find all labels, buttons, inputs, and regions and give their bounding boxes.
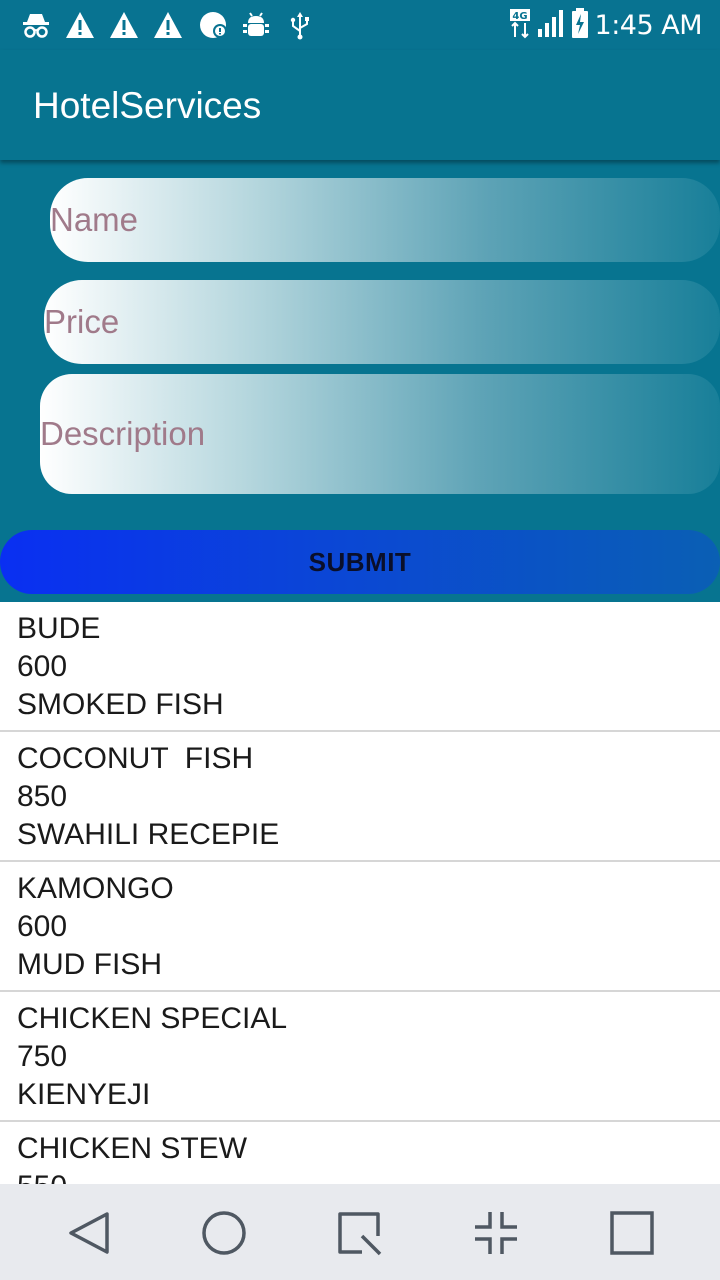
description-input[interactable] — [40, 412, 720, 456]
item-name: KAMONGO — [17, 872, 174, 905]
list-item[interactable]: COCONUT FISH 850 SWAHILI RECEPIE — [0, 732, 720, 862]
list-item[interactable]: KAMONGO 600 MUD FISH — [0, 862, 720, 992]
clock-time: 1:45 AM — [594, 9, 703, 41]
network-4g-icon: 4G — [509, 7, 531, 43]
item-description: KIENYEJI — [17, 1078, 151, 1111]
warning-icon — [150, 8, 186, 42]
status-bar: 4G 1:45 AM — [0, 0, 720, 50]
list-item[interactable]: CHICKEN SPECIAL 750 KIENYEJI — [0, 992, 720, 1122]
add-service-form: SUBMIT — [0, 160, 720, 602]
item-description: SWAHILI RECEPIE — [17, 818, 280, 851]
collapse-icon[interactable] — [468, 1208, 524, 1258]
back-icon[interactable] — [60, 1208, 116, 1258]
item-price: 600 — [17, 650, 68, 683]
battery-charging-icon — [571, 7, 589, 43]
item-price: 550 — [17, 1168, 720, 1184]
recents-icon[interactable] — [604, 1208, 660, 1258]
warning-icon — [106, 8, 142, 42]
item-price: 600 — [17, 910, 68, 943]
name-input[interactable] — [50, 201, 720, 239]
android-debug-icon — [238, 8, 274, 42]
list-item[interactable]: CHICKEN STEW 550 — [0, 1122, 720, 1184]
description-field[interactable] — [40, 374, 720, 494]
usb-icon — [282, 8, 318, 42]
item-name: BUDE — [17, 612, 101, 645]
app-title: HotelServices — [33, 85, 262, 126]
submit-button[interactable]: SUBMIT — [0, 530, 720, 594]
item-name: CHICKEN SPECIAL — [17, 1002, 288, 1035]
incognito-icon — [18, 8, 54, 42]
search-icon[interactable] — [331, 1208, 387, 1258]
signal-icon — [537, 7, 565, 43]
price-field[interactable] — [44, 280, 720, 364]
item-name: COCONUT FISH — [17, 742, 254, 775]
svg-text:4G: 4G — [512, 11, 527, 22]
item-price: 850 — [17, 780, 68, 813]
submit-label: SUBMIT — [308, 546, 412, 577]
data-saver-icon — [196, 8, 232, 42]
app-bar: HotelServices — [0, 50, 720, 160]
price-input[interactable] — [44, 303, 720, 341]
status-right: 4G 1:45 AM — [509, 7, 703, 43]
services-list[interactable]: BUDE 600 SMOKED FISH COCONUT FISH 850 SW… — [0, 602, 720, 1184]
navigation-bar — [0, 1184, 720, 1280]
item-name: CHICKEN STEW — [17, 1132, 248, 1165]
name-field[interactable] — [50, 178, 720, 262]
list-item[interactable]: BUDE 600 SMOKED FISH — [0, 602, 720, 732]
item-description: MUD FISH — [17, 948, 162, 981]
item-description: SMOKED FISH — [17, 688, 224, 721]
home-icon[interactable] — [196, 1208, 252, 1258]
item-price: 750 — [17, 1040, 68, 1073]
warning-icon — [62, 8, 98, 42]
